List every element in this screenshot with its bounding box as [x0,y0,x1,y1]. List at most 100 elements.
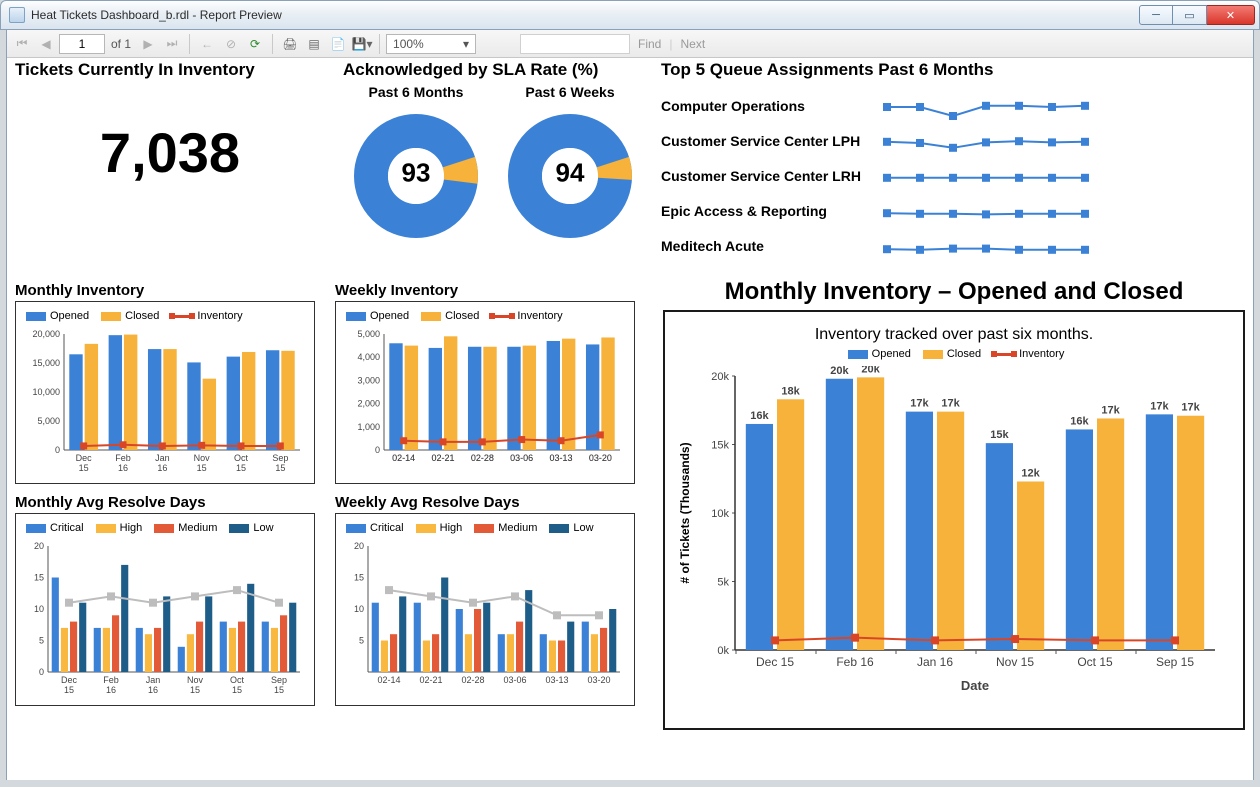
svg-text:Oct 15: Oct 15 [1077,655,1113,669]
svg-text:03-20: 03-20 [589,453,612,463]
mini-weekly-avg: Weekly Avg Resolve Days CriticalHighMedi… [335,488,635,706]
stop-button[interactable]: ⊘ [220,33,242,55]
bar-chart: 5,0004,0003,0002,0001,000002-1402-1402-2… [342,328,626,478]
svg-text:17k: 17k [1181,402,1200,414]
mini-weekly-inventory: Weekly Inventory OpenedClosedInventory 5… [335,276,635,484]
print-layout-button[interactable]: ▤ [303,33,325,55]
queue-item: Customer Service Center LRH [661,160,861,195]
svg-text:02-14: 02-14 [392,453,415,463]
legend: CriticalHighMediumLow [346,522,628,534]
big-chart-panel: Monthly Inventory – Opened and Closed In… [663,272,1245,730]
big-chart-title: Monthly Inventory – Opened and Closed [663,278,1245,306]
maximize-button[interactable]: ▭ [1173,5,1207,25]
kpi-title: Tickets Currently In Inventory [15,60,325,80]
svg-text:15,000: 15,000 [32,358,60,368]
svg-text:Sep 15: Sep 15 [1156,655,1194,669]
print-button[interactable]: 🖨 [279,33,301,55]
sla-panel: Acknowledged by SLA Rate (%) Past 6 Mont… [343,60,643,270]
sla-title: Acknowledged by SLA Rate (%) [343,60,643,80]
svg-text:4,000: 4,000 [357,352,380,362]
app-icon [9,7,25,23]
back-button[interactable]: ← [196,33,218,55]
svg-text:10: 10 [354,604,364,614]
find-next-button[interactable]: Next [680,37,705,51]
svg-text:20,000: 20,000 [32,329,60,339]
queue-item: Meditech Acute [661,230,861,265]
bar-chart: # of Tickets (Thousands)20k15k10k5k0k16k… [675,366,1225,696]
sla-left-label: Past 6 Months [346,84,486,100]
window-controls: ─ ▭ ✕ [1139,5,1255,25]
svg-text:02-21: 02-21 [431,453,454,463]
report-body: Tickets Currently In Inventory 7,038 Ack… [7,60,1253,780]
svg-text:03-20: 03-20 [587,675,610,685]
report-frame: ⏮ ◀ of 1 ▶ ⏭ ← ⊘ ⟳ 🖨 ▤ 📄 💾▾ 100%▾ Find |… [6,30,1254,780]
svg-text:Jan: Jan [155,453,170,463]
find-button[interactable]: Find [638,37,661,51]
find-input[interactable] [520,34,630,54]
refresh-button[interactable]: ⟳ [244,33,266,55]
page-setup-button[interactable]: 📄 [327,33,349,55]
svg-text:15: 15 [190,685,200,695]
svg-text:10k: 10k [711,508,729,520]
legend: OpenedClosedInventory [679,348,1233,360]
bar-chart: 20151050Dec15Feb16Jan16Nov15Oct15Sep15 [22,540,306,700]
svg-text:15: 15 [275,463,285,473]
minimize-button[interactable]: ─ [1139,5,1173,25]
svg-text:17k: 17k [941,398,960,410]
queue-item: Epic Access & Reporting [661,195,861,230]
sla-right-value: 94 [556,157,585,188]
report-toolbar: ⏮ ◀ of 1 ▶ ⏭ ← ⊘ ⟳ 🖨 ▤ 📄 💾▾ 100%▾ Find |… [7,30,1253,58]
svg-text:Feb 16: Feb 16 [836,655,874,669]
svg-text:15k: 15k [990,429,1009,441]
svg-text:20: 20 [354,541,364,551]
svg-text:Jan: Jan [146,675,161,685]
svg-text:15: 15 [79,463,89,473]
svg-text:Jan 16: Jan 16 [917,655,953,669]
svg-text:16: 16 [148,685,158,695]
window-titlebar: Heat Tickets Dashboard_b.rdl - Report Pr… [0,0,1260,30]
svg-text:18k: 18k [781,385,800,397]
zoom-select[interactable]: 100%▾ [386,34,476,54]
page-of-label: of 1 [111,37,131,51]
svg-text:5,000: 5,000 [357,329,380,339]
svg-text:02-21: 02-21 [419,675,442,685]
queue-list: Computer Operations Customer Service Cent… [661,90,861,270]
svg-text:02-14: 02-14 [377,675,400,685]
svg-text:15: 15 [197,463,207,473]
svg-text:Oct: Oct [234,453,249,463]
svg-text:Nov 15: Nov 15 [996,655,1034,669]
svg-text:15: 15 [64,685,74,695]
svg-text:10,000: 10,000 [32,387,60,397]
svg-text:Sep: Sep [271,675,287,685]
svg-text:03-13: 03-13 [545,675,568,685]
svg-text:20k: 20k [830,366,849,377]
svg-text:03-06: 03-06 [503,675,526,685]
first-page-button[interactable]: ⏮ [11,33,33,55]
svg-text:20k: 20k [861,366,880,375]
svg-text:0k: 0k [717,645,729,657]
last-page-button[interactable]: ⏭ [161,33,183,55]
prev-page-button[interactable]: ◀ [35,33,57,55]
svg-text:12k: 12k [1021,467,1040,479]
mini-title: Weekly Avg Resolve Days [335,494,635,511]
export-button[interactable]: 💾▾ [351,33,373,55]
page-number-input[interactable] [59,34,105,54]
next-page-button[interactable]: ▶ [137,33,159,55]
svg-text:15k: 15k [711,440,729,452]
legend: OpenedClosedInventory [346,310,628,322]
mini-title: Monthly Avg Resolve Days [15,494,315,511]
bar-chart: 20,00015,00010,0005,0000Dec15Feb16Jan16N… [22,328,306,478]
svg-text:17k: 17k [910,398,929,410]
svg-text:5,000: 5,000 [37,416,60,426]
sla-donut-6-months: Past 6 Months 93 [346,84,486,243]
sla-right-label: Past 6 Weeks [500,84,640,100]
kpi-value: 7,038 [15,80,325,185]
svg-text:15: 15 [236,463,246,473]
close-button[interactable]: ✕ [1207,5,1255,25]
queue-item: Computer Operations [661,90,861,125]
svg-text:03-13: 03-13 [549,453,572,463]
svg-text:Date: Date [961,678,989,693]
svg-text:02-28: 02-28 [461,675,484,685]
queue-panel: Top 5 Queue Assignments Past 6 Months Co… [661,60,1245,270]
kpi-panel: Tickets Currently In Inventory 7,038 [15,60,325,270]
